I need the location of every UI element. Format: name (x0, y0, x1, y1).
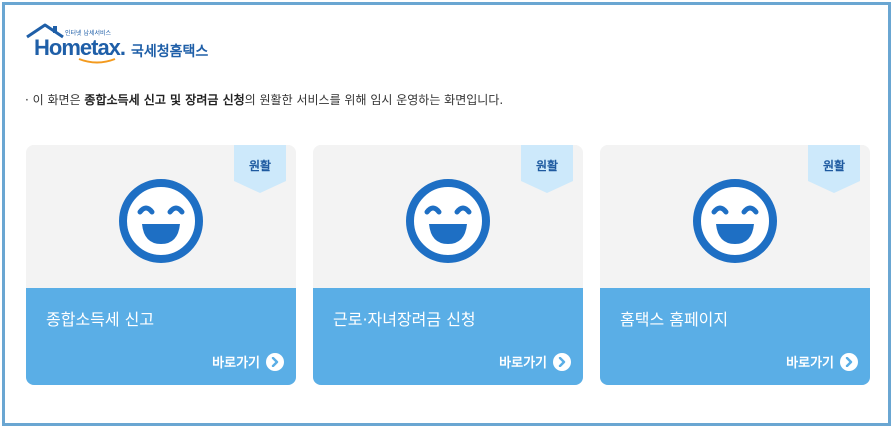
hometax-logo[interactable]: 인터넷 납세서비스 Hometax. 국세청홈택스 (25, 23, 225, 64)
card-bottom: 홈택스 홈페이지 바로가기 (600, 288, 870, 385)
swoosh-icon (78, 58, 116, 64)
chevron-right-circle-icon (266, 352, 284, 371)
notice-suffix: 의 원활한 서비스를 위해 임시 운영하는 화면입니다. (244, 93, 504, 107)
card-bottom: 종합소득세 신고 바로가기 (26, 288, 296, 385)
chevron-right-circle-icon (840, 352, 858, 371)
go-link-label: 바로가기 (786, 356, 834, 371)
smiley-face-icon (406, 179, 490, 263)
card-income-tax[interactable]: 원활 종합소득세 신고 바로가기 (26, 145, 296, 385)
go-link-label: 바로가기 (499, 356, 547, 371)
smiley-face-icon (119, 179, 203, 263)
card-title: 홈택스 홈페이지 (620, 310, 729, 329)
page-frame: 인터넷 납세서비스 Hometax. 국세청홈택스 · 이 화면은 종합소득세 … (2, 2, 891, 426)
card-top: 원활 (313, 145, 583, 288)
go-link[interactable]: 바로가기 (786, 352, 858, 371)
logo-korean-name: 국세청홈택스 (131, 44, 209, 60)
chevron-right-circle-icon (553, 352, 571, 371)
status-badge: 원활 (822, 159, 846, 173)
smiley-face-icon (693, 179, 777, 263)
notice-prefix: · 이 화면은 (25, 93, 85, 107)
status-badge: 원활 (535, 159, 559, 173)
card-title: 종합소득세 신고 (46, 310, 155, 329)
go-link[interactable]: 바로가기 (212, 352, 284, 371)
notice-text: · 이 화면은 종합소득세 신고 및 장려금 신청의 원활한 서비스를 위해 임… (25, 91, 503, 108)
card-earned-income-credit[interactable]: 원활 근로·자녀장려금 신청 바로가기 (313, 145, 583, 385)
status-badge: 원활 (248, 159, 272, 173)
go-link-label: 바로가기 (212, 356, 260, 371)
card-title: 근로·자녀장려금 신청 (333, 310, 476, 329)
card-top: 원활 (600, 145, 870, 288)
notice-bold: 종합소득세 신고 및 장려금 신청 (84, 93, 245, 107)
card-hometax-homepage[interactable]: 원활 홈택스 홈페이지 바로가기 (600, 145, 870, 385)
card-top: 원활 (26, 145, 296, 288)
card-bottom: 근로·자녀장려금 신청 바로가기 (313, 288, 583, 385)
go-link[interactable]: 바로가기 (499, 352, 571, 371)
